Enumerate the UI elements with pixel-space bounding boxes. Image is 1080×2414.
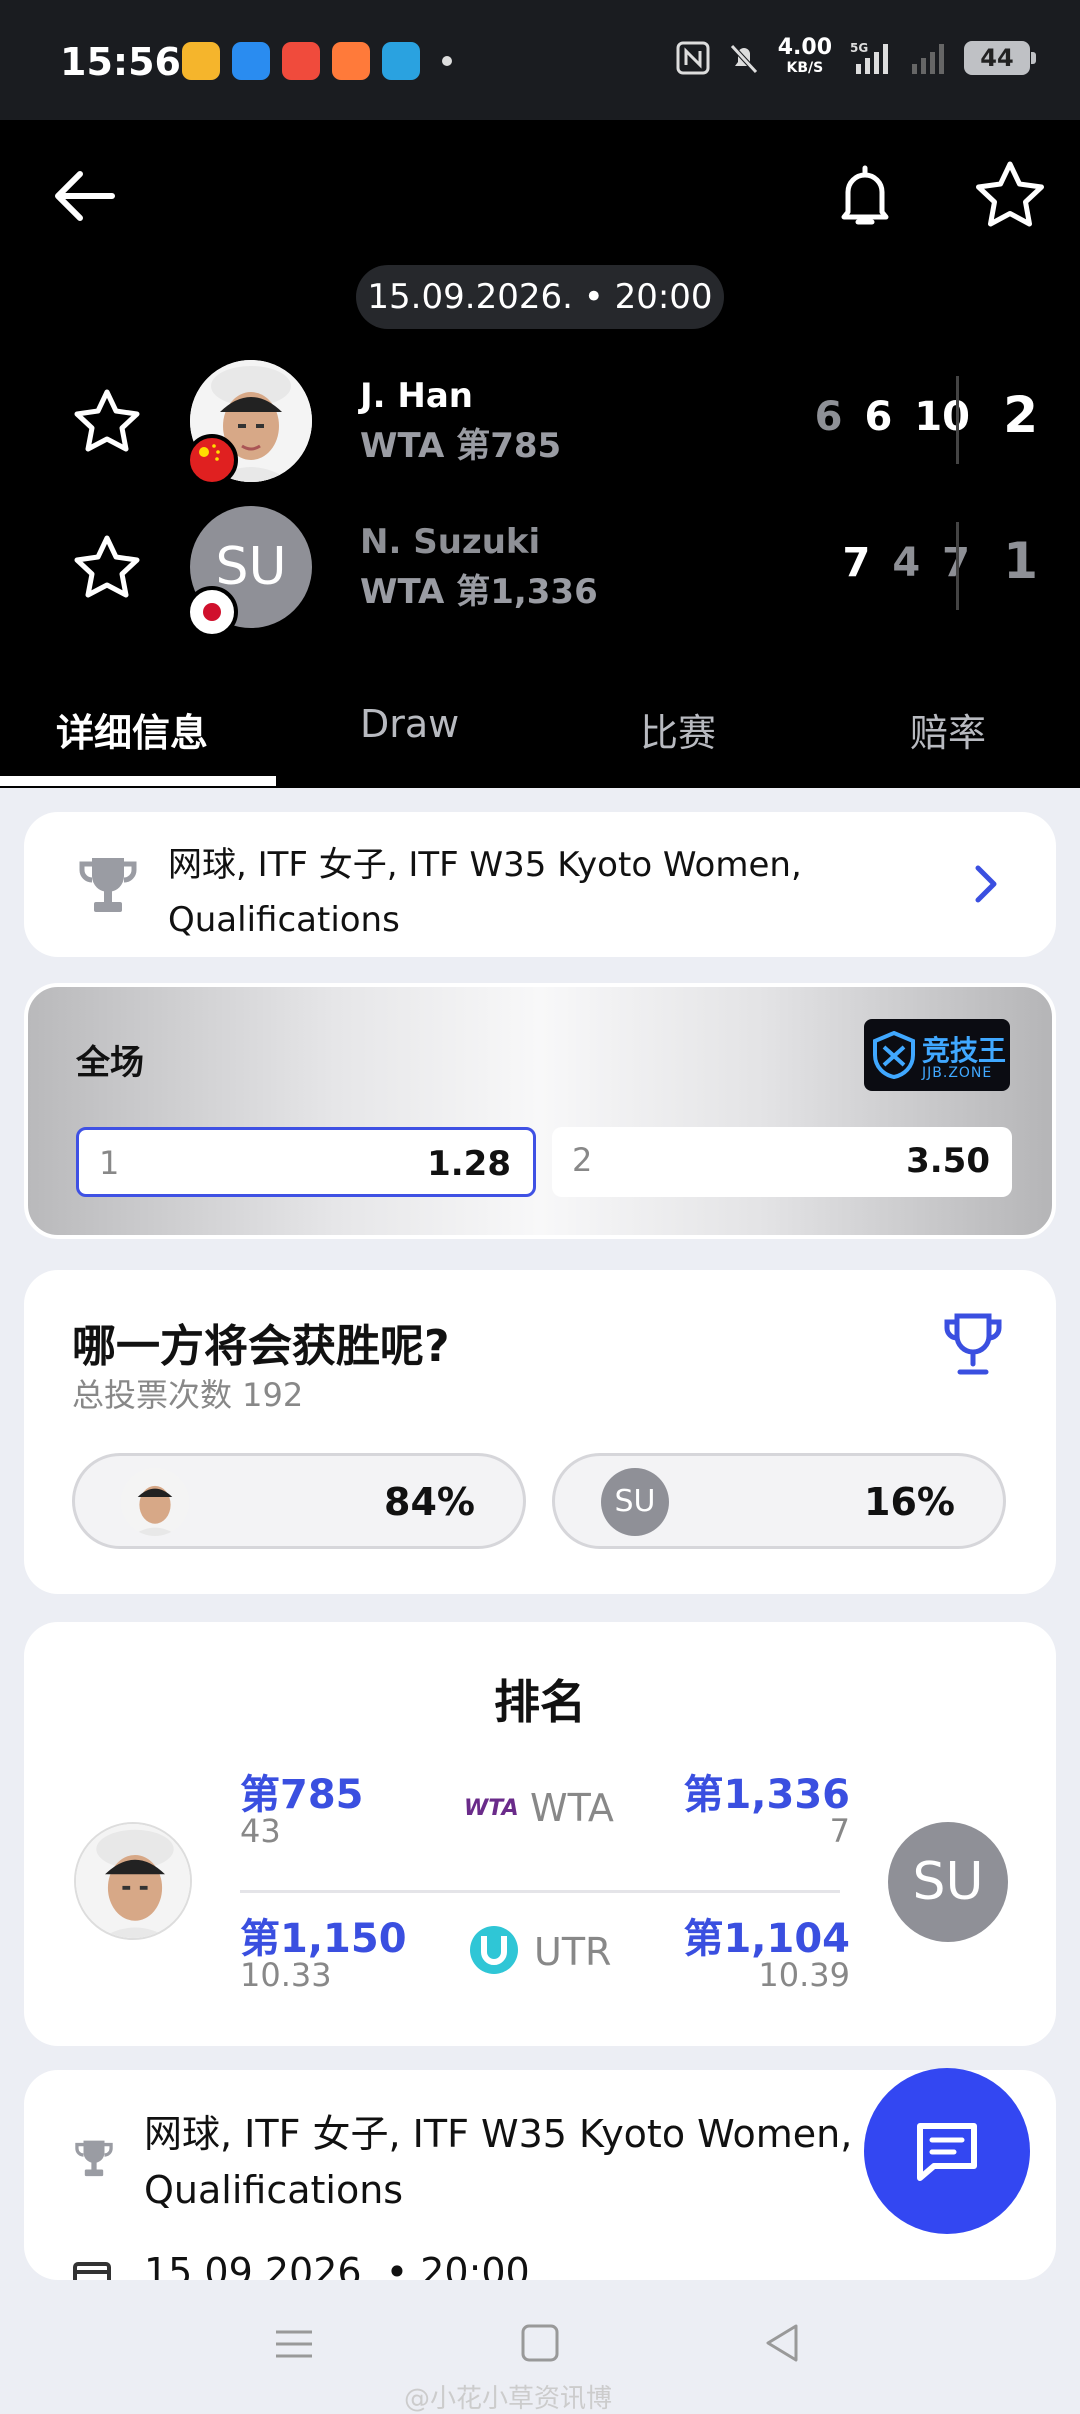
player1-set-2: 6 <box>864 394 893 440</box>
player1-row[interactable]: J. Han WTA 第785 6 6 10 2 <box>0 356 1080 486</box>
nfc-icon <box>676 41 710 75</box>
status-time: 15:56 <box>60 40 181 84</box>
match-datetime: 15.09.2026. • 20:00 <box>356 265 724 329</box>
player2-star-icon[interactable] <box>72 534 142 600</box>
p1-utr-value: 10.33 <box>240 1956 332 1994</box>
menu-nav-icon[interactable] <box>274 2324 314 2364</box>
vote-player2-percent: 16% <box>864 1480 955 1524</box>
p2-utr-value: 10.39 <box>758 1956 850 1994</box>
tab-draw[interactable]: Draw <box>360 702 459 746</box>
compass-app-icon <box>332 42 370 80</box>
weibo-app-icon <box>182 42 220 80</box>
active-tab-indicator <box>0 776 276 786</box>
vote-player2-button[interactable]: SU 16% <box>552 1453 1006 1549</box>
player1-star-icon[interactable] <box>72 388 142 454</box>
chat-icon <box>917 2123 977 2181</box>
player2-sets: 7 4 7 <box>842 540 970 586</box>
chat-button[interactable] <box>864 2068 1030 2234</box>
player2-avatar: SU <box>888 1822 1008 1942</box>
odds-option-1[interactable]: 1 1.28 <box>76 1127 536 1197</box>
odds-card: 全场 竞技王 JJB.ZONE 1 1.28 2 3.50 <box>24 983 1056 1239</box>
vote-count: 总投票次数 192 <box>72 1376 304 1414</box>
favorite-star-icon[interactable] <box>972 158 1048 234</box>
utr-label: UTR <box>468 1922 628 1982</box>
network-speed: 4.00 KB/S <box>777 35 832 77</box>
ranking-card: 排名 SU 第785 43 WTA WTA 第1,336 7 第1,150 10… <box>24 1622 1056 2046</box>
player2-rank: WTA 第1,336 <box>360 572 598 612</box>
info-tournament-name: 网球, ITF 女子, ITF W35 Kyoto Women, Qualifi… <box>144 2112 853 2212</box>
home-nav-icon[interactable] <box>520 2322 560 2364</box>
vote-player1-button[interactable]: 84% <box>72 1453 526 1549</box>
player1-total: 2 <box>1003 386 1038 444</box>
bookmaker-logo[interactable]: 竞技王 JJB.ZONE <box>864 1019 1010 1091</box>
player1-avatar <box>74 1822 192 1940</box>
video-app-icon <box>232 42 270 80</box>
tab-bar: 详细信息 Draw 比赛 赔率 <box>0 680 1080 780</box>
signal-5g-icon: 5G <box>850 41 888 74</box>
player1-name: J. Han <box>360 376 474 416</box>
player1-sets: 6 6 10 <box>815 394 970 440</box>
trophy-icon <box>944 1313 1002 1375</box>
player2-set-1: 7 <box>842 540 871 586</box>
svg-text:5G: 5G <box>850 41 868 55</box>
player2-total: 1 <box>1003 532 1038 590</box>
status-right: 4.00 KB/S 5G 44 <box>676 35 1036 78</box>
china-flag-icon <box>186 434 238 486</box>
vote-card: 哪一方将会获胜呢? 总投票次数 192 84% SU 16% <box>24 1270 1056 1594</box>
player2-name: N. Suzuki <box>360 522 541 562</box>
odds-option-2[interactable]: 2 3.50 <box>552 1127 1012 1197</box>
more-notifications-icon <box>442 56 452 66</box>
trophy-icon <box>79 858 137 912</box>
tab-details[interactable]: 详细信息 <box>56 702 208 757</box>
notification-icons <box>182 42 452 80</box>
telegram-app-icon <box>382 42 420 80</box>
trophy-icon <box>75 2140 113 2177</box>
bell-icon[interactable] <box>830 160 900 232</box>
mute-icon <box>729 44 758 74</box>
tournament-card[interactable]: 网球, ITF 女子, ITF W35 Kyoto Women, Qualifi… <box>24 812 1056 957</box>
calendar-icon <box>73 2262 111 2280</box>
player1-avatar <box>121 1468 189 1536</box>
vote-title: 哪一方将会获胜呢? <box>72 1321 450 1372</box>
score-divider <box>956 522 959 610</box>
tournament-name: 网球, ITF 女子, ITF W35 Kyoto Women, Qualifi… <box>168 845 802 940</box>
match-header: 15.09.2026. • 20:00 J. Han WTA 第785 6 6 … <box>0 120 1080 788</box>
player1-set-1: 6 <box>814 394 843 440</box>
player1-rank: WTA 第785 <box>360 426 562 466</box>
signal-secondary-icon <box>912 44 944 74</box>
p2-wta-rank: 第1,336 <box>683 1772 850 1818</box>
player1-set-3: 10 <box>914 394 970 440</box>
player2-set-2: 4 <box>892 540 921 586</box>
p1-wta-points: 43 <box>240 1812 281 1850</box>
ranking-divider <box>240 1890 840 1893</box>
back-nav-icon[interactable] <box>762 2322 802 2364</box>
ranking-title: 排名 <box>494 1675 586 1729</box>
wta-label: WTA WTA <box>464 1786 614 1830</box>
tab-odds[interactable]: 赔率 <box>910 702 986 757</box>
battery-icon: 44 <box>964 41 1036 75</box>
info-date: 15.09.2026. • 20:00 <box>144 2250 530 2280</box>
chevron-right-icon[interactable] <box>970 864 1004 904</box>
tab-matches[interactable]: 比赛 <box>640 702 716 757</box>
wta-logo-icon: WTA <box>464 1796 519 1821</box>
shield-logo-icon <box>873 1031 915 1079</box>
p2-wta-points: 7 <box>829 1812 850 1850</box>
score-divider <box>956 376 959 464</box>
japan-flag-icon <box>186 586 238 638</box>
player2-avatar: SU <box>601 1468 669 1536</box>
status-bar: 15:56 4.00 KB/S 5G 44 <box>0 0 1080 120</box>
odds-title: 全场 <box>76 1043 144 1083</box>
shopping-app-icon <box>282 42 320 80</box>
watermark: @小花小草资讯博 <box>404 2384 613 2414</box>
utr-logo-icon <box>470 1926 518 1974</box>
player2-row[interactable]: SU N. Suzuki WTA 第1,336 7 4 7 1 <box>0 502 1080 638</box>
vote-player1-percent: 84% <box>384 1480 475 1524</box>
back-arrow-icon[interactable] <box>48 160 120 232</box>
